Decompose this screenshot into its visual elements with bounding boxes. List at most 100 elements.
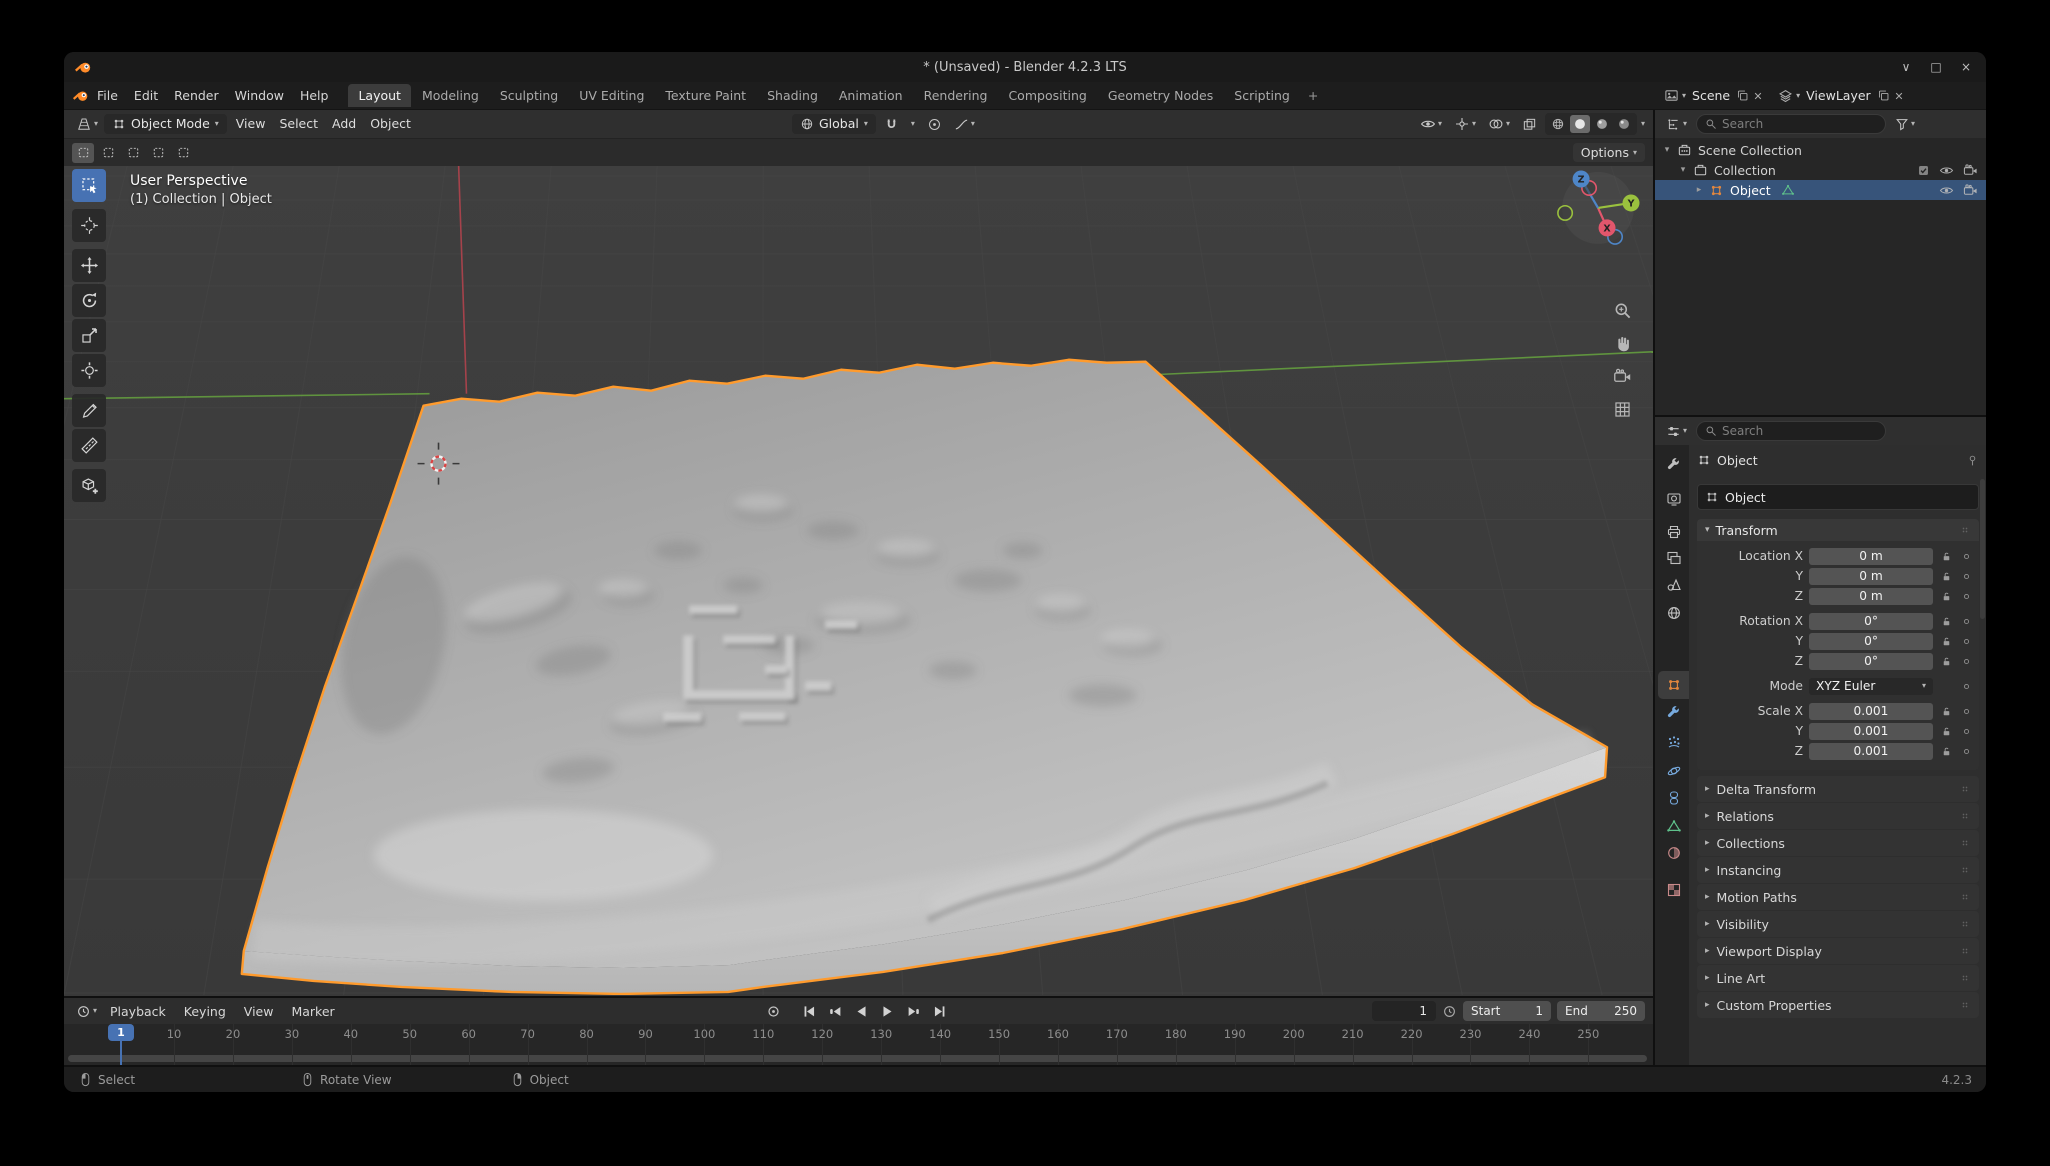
expand-toggle-icon[interactable]: ▾ bbox=[1661, 145, 1673, 155]
value-slider[interactable]: 0 m bbox=[1809, 548, 1933, 565]
playhead-current-frame[interactable]: 1 bbox=[108, 1024, 134, 1041]
zoom-icon[interactable] bbox=[1611, 299, 1633, 321]
select-mode-intersect[interactable] bbox=[172, 143, 194, 163]
workspace-tab-layout[interactable]: Layout bbox=[348, 84, 411, 107]
properties-tab-texture[interactable] bbox=[1658, 876, 1689, 904]
viewport-3d[interactable]: XYZ User Perspective (1) Collection | Ob… bbox=[64, 166, 1653, 996]
properties-search-input[interactable] bbox=[1722, 424, 1877, 438]
menu-render[interactable]: Render bbox=[166, 82, 227, 110]
properties-tab-view-layer[interactable] bbox=[1658, 544, 1689, 572]
show-overlays-button[interactable]: ▾ bbox=[1484, 114, 1514, 134]
panel-visibility[interactable]: ▸Visibility bbox=[1697, 911, 1979, 937]
timeline-menu-view[interactable]: View bbox=[235, 1004, 283, 1019]
workspace-tab-modeling[interactable]: Modeling bbox=[412, 84, 489, 107]
menu-edit[interactable]: Edit bbox=[126, 82, 166, 110]
lock-icon[interactable] bbox=[1939, 571, 1953, 582]
animate-property-dot[interactable] bbox=[1959, 551, 1973, 562]
panel-instancing[interactable]: ▸Instancing bbox=[1697, 857, 1979, 883]
show-gizmo-button[interactable]: ▾ bbox=[1450, 114, 1480, 134]
select-mode-invert[interactable] bbox=[147, 143, 169, 163]
snap-toggle-button[interactable] bbox=[880, 115, 903, 134]
mode-select[interactable]: Object Mode▾ bbox=[104, 114, 227, 134]
properties-search[interactable] bbox=[1696, 421, 1886, 441]
outliner-editor-type-button[interactable]: ▾ bbox=[1662, 115, 1691, 134]
tool-rotate[interactable] bbox=[72, 284, 106, 317]
properties-tab-modifiers[interactable] bbox=[1658, 699, 1689, 727]
frame-start-field[interactable]: Start1 bbox=[1463, 1001, 1551, 1021]
properties-tab-tool[interactable] bbox=[1658, 451, 1689, 479]
disable-in-renders-toggle[interactable] bbox=[1963, 163, 1978, 178]
panel-delta-transform[interactable]: ▸Delta Transform bbox=[1697, 776, 1979, 802]
tool-add-cube[interactable] bbox=[72, 469, 106, 502]
animate-property-dot[interactable] bbox=[1959, 681, 1973, 692]
play-button[interactable] bbox=[875, 1001, 899, 1021]
workspace-tab-compositing[interactable]: Compositing bbox=[998, 84, 1096, 107]
frame-end-field[interactable]: End250 bbox=[1557, 1001, 1645, 1021]
properties-tab-world[interactable] bbox=[1658, 599, 1689, 627]
object-name-field[interactable]: Object bbox=[1697, 484, 1979, 510]
expand-toggle-icon[interactable]: ▾ bbox=[1677, 165, 1689, 175]
workspace-tab-uv-editing[interactable]: UV Editing bbox=[569, 84, 654, 107]
viewport-menu-object[interactable]: Object bbox=[363, 110, 418, 138]
hide-in-viewport-toggle[interactable] bbox=[1939, 163, 1954, 178]
properties-tab-scene[interactable] bbox=[1658, 571, 1689, 599]
workspace-tab-geometry-nodes[interactable]: Geometry Nodes bbox=[1098, 84, 1223, 107]
value-slider[interactable]: 0° bbox=[1809, 613, 1933, 630]
toggle-xray-button[interactable] bbox=[1518, 115, 1541, 134]
jump-to-start-button[interactable] bbox=[797, 1001, 821, 1021]
value-slider[interactable]: 0.001 bbox=[1809, 743, 1933, 760]
editor-type-button[interactable]: ▾ bbox=[72, 114, 102, 134]
panel-line-art[interactable]: ▸Line Art bbox=[1697, 965, 1979, 991]
lock-icon[interactable] bbox=[1939, 551, 1953, 562]
panel-viewport-display[interactable]: ▸Viewport Display bbox=[1697, 938, 1979, 964]
view-layer-icon[interactable] bbox=[1778, 88, 1793, 103]
animate-property-dot[interactable] bbox=[1959, 656, 1973, 667]
lock-icon[interactable] bbox=[1939, 681, 1953, 692]
properties-tab-constraints[interactable] bbox=[1658, 784, 1689, 812]
proportional-editing-button[interactable] bbox=[923, 115, 946, 134]
tool-cursor[interactable] bbox=[72, 209, 106, 242]
unlink-scene-icon[interactable] bbox=[1752, 90, 1764, 102]
maximize-button[interactable]: □ bbox=[1924, 57, 1948, 77]
panel-collections[interactable]: ▸Collections bbox=[1697, 830, 1979, 856]
value-slider[interactable]: 0 m bbox=[1809, 588, 1933, 605]
animate-property-dot[interactable] bbox=[1959, 616, 1973, 627]
pan-icon[interactable] bbox=[1611, 332, 1633, 354]
tool-measure[interactable] bbox=[72, 429, 106, 462]
viewport-menu-select[interactable]: Select bbox=[272, 110, 325, 138]
workspace-tab-texture-paint[interactable]: Texture Paint bbox=[655, 84, 756, 107]
remove-view-layer-icon[interactable] bbox=[1893, 90, 1905, 102]
tool-select-box[interactable] bbox=[72, 169, 106, 202]
timeline-scrollbar[interactable] bbox=[68, 1055, 1647, 1062]
disable-in-renders-toggle[interactable] bbox=[1963, 183, 1978, 198]
browse-scene-icon[interactable] bbox=[1664, 88, 1679, 103]
animate-property-dot[interactable] bbox=[1959, 591, 1973, 602]
preview-range-icon[interactable] bbox=[1442, 1004, 1457, 1019]
menu-help[interactable]: Help bbox=[292, 82, 337, 110]
animate-property-dot[interactable] bbox=[1959, 636, 1973, 647]
lock-icon[interactable] bbox=[1939, 616, 1953, 627]
properties-tab-material[interactable] bbox=[1658, 839, 1689, 867]
lock-icon[interactable] bbox=[1939, 656, 1953, 667]
panel-drag-handle-icon[interactable] bbox=[1959, 524, 1971, 536]
shading-solid-button[interactable] bbox=[1570, 115, 1590, 133]
blender-menu-icon[interactable] bbox=[72, 87, 89, 104]
tool-scale[interactable] bbox=[72, 319, 106, 352]
expand-toggle-icon[interactable]: ▸ bbox=[1693, 185, 1705, 195]
shading-wireframe-button[interactable] bbox=[1548, 115, 1568, 133]
value-slider[interactable]: 0° bbox=[1809, 653, 1933, 670]
properties-scrollbar[interactable] bbox=[1980, 479, 1985, 619]
menu-window[interactable]: Window bbox=[227, 82, 292, 110]
previous-keyframe-button[interactable] bbox=[823, 1001, 847, 1021]
object-type-visibility-button[interactable]: ▾ bbox=[1416, 114, 1446, 134]
workspace-tab-shading[interactable]: Shading bbox=[757, 84, 828, 107]
animate-property-dot[interactable] bbox=[1959, 746, 1973, 757]
select-mode-subtract[interactable] bbox=[122, 143, 144, 163]
workspace-tab-rendering[interactable]: Rendering bbox=[914, 84, 998, 107]
outliner-search-input[interactable] bbox=[1722, 117, 1877, 131]
outliner-row-scene-collection[interactable]: ▾Scene Collection bbox=[1655, 140, 1986, 160]
add-workspace-button[interactable]: + bbox=[1301, 84, 1325, 107]
viewport-menu-add[interactable]: Add bbox=[325, 110, 363, 138]
properties-tab-output[interactable] bbox=[1658, 518, 1689, 546]
tool-move[interactable] bbox=[72, 249, 106, 282]
